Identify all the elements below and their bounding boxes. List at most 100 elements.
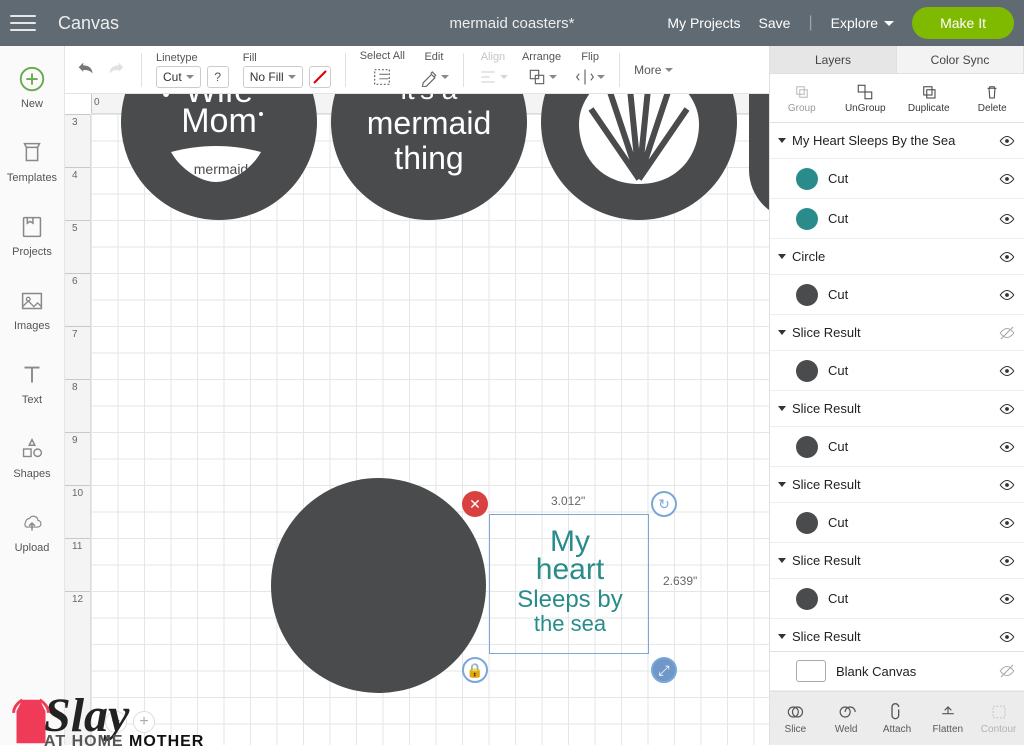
slice-button[interactable]: Slice	[770, 692, 821, 745]
caret-down-icon	[778, 558, 786, 563]
svg-text:thing: thing	[394, 140, 463, 176]
explore-button[interactable]: Explore	[831, 15, 894, 31]
layer-item[interactable]: Cut	[770, 579, 1024, 619]
visibility-icon[interactable]	[998, 286, 1016, 304]
layer-header[interactable]: Slice Result	[770, 315, 1024, 351]
caret-down-icon	[778, 634, 786, 639]
visibility-icon[interactable]	[998, 628, 1016, 646]
tab-layers[interactable]: Layers	[770, 46, 897, 73]
layer-item[interactable]: Cut	[770, 351, 1024, 391]
watermark: Slay AT HOME MOTHER	[4, 688, 204, 751]
coaster-wife-mom-mermaid[interactable]: WifeMommermaid	[121, 94, 317, 220]
save-link[interactable]: Save	[759, 15, 791, 31]
delete-handle-icon[interactable]: ✕	[462, 491, 488, 517]
layer-item[interactable]: Cut	[770, 427, 1024, 467]
arrange-button[interactable]: Arrange	[522, 53, 561, 87]
layer-item[interactable]: Cut	[770, 159, 1024, 199]
weld-button[interactable]: Weld	[821, 692, 872, 745]
chevron-down-icon	[288, 75, 296, 79]
layer-swatch	[796, 284, 818, 306]
visibility-icon[interactable]	[998, 132, 1016, 150]
svg-text:the sea: the sea	[534, 611, 607, 636]
canvas-area[interactable]: 0123456789101112 3456789101112 WifeMomme…	[65, 94, 769, 745]
fill-group: Fill No Fill	[243, 52, 331, 88]
visibility-icon[interactable]	[998, 514, 1016, 532]
edit-button[interactable]: Edit	[419, 53, 449, 87]
coaster-shell[interactable]	[541, 94, 737, 220]
layer-header[interactable]: Slice Result	[770, 543, 1024, 579]
visibility-icon[interactable]	[998, 400, 1016, 418]
more-button[interactable]: More	[634, 63, 673, 77]
lock-handle-icon[interactable]: 🔒	[462, 657, 488, 683]
shapes-button[interactable]: Shapes	[13, 434, 50, 480]
delete-button[interactable]: Delete	[961, 74, 1024, 122]
projects-button[interactable]: Projects	[12, 212, 52, 258]
linetype-help[interactable]: ?	[207, 66, 229, 88]
document-title[interactable]: mermaid coasters*	[449, 15, 574, 32]
resize-handle-icon[interactable]: ⤢	[651, 657, 677, 683]
layer-header[interactable]: Circle	[770, 239, 1024, 275]
svg-text:mermaid: mermaid	[367, 105, 491, 141]
layer-swatch	[796, 168, 818, 190]
layer-item[interactable]: Cut	[770, 199, 1024, 239]
shapes-label: Shapes	[13, 468, 50, 480]
canvas-grid[interactable]: WifeMommermaid it's amermaidthing Myhear…	[91, 114, 769, 745]
layer-header[interactable]: My Heart Sleeps By the Sea	[770, 123, 1024, 159]
layer-header[interactable]: Slice Result	[770, 467, 1024, 503]
blank-canvas-swatch[interactable]	[796, 660, 826, 682]
coaster-its-a-mermaid-thing[interactable]: it's amermaidthing	[331, 94, 527, 220]
fill-caption: Fill	[243, 52, 331, 64]
layer-item[interactable]: Cut	[770, 275, 1024, 315]
menu-icon[interactable]	[10, 9, 38, 37]
visibility-icon[interactable]	[998, 476, 1016, 494]
coaster-partial[interactable]	[749, 94, 769, 220]
layer-item[interactable]: Cut	[770, 503, 1024, 543]
visibility-hidden-icon[interactable]	[998, 662, 1016, 680]
visibility-icon[interactable]	[998, 590, 1016, 608]
attach-button[interactable]: Attach	[872, 692, 923, 745]
text-button[interactable]: Text	[17, 360, 47, 406]
visibility-icon[interactable]	[998, 324, 1016, 342]
my-projects-link[interactable]: My Projects	[667, 15, 740, 31]
layer-swatch	[796, 360, 818, 382]
new-button[interactable]: New	[17, 64, 47, 110]
caret-down-icon	[778, 330, 786, 335]
undo-icon[interactable]	[75, 59, 97, 81]
selection-height-label: 2.639"	[663, 574, 697, 588]
duplicate-button[interactable]: Duplicate	[897, 74, 961, 122]
fill-select[interactable]: No Fill	[243, 66, 303, 88]
redo-icon[interactable]	[105, 59, 127, 81]
topbar: Canvas mermaid coasters* My Projects Sav…	[0, 0, 1024, 46]
layer-header[interactable]: Slice Result	[770, 619, 1024, 651]
flip-button[interactable]: Flip	[575, 53, 605, 87]
right-panel: Layers Color Sync Group UnGroup Duplicat…	[769, 46, 1024, 745]
solid-circle-shape[interactable]	[271, 478, 486, 693]
visibility-icon[interactable]	[998, 552, 1016, 570]
fill-swatch[interactable]	[309, 66, 331, 88]
tab-color-sync[interactable]: Color Sync	[897, 46, 1024, 73]
align-button[interactable]: Align	[478, 53, 508, 87]
flatten-button[interactable]: Flatten	[922, 692, 973, 745]
linetype-group: Linetype Cut ?	[156, 52, 229, 88]
visibility-icon[interactable]	[998, 438, 1016, 456]
visibility-icon[interactable]	[998, 362, 1016, 380]
ungroup-button[interactable]: UnGroup	[834, 74, 898, 122]
templates-label: Templates	[7, 172, 57, 184]
upload-label: Upload	[15, 542, 50, 554]
images-button[interactable]: Images	[14, 286, 50, 332]
linetype-select[interactable]: Cut	[156, 66, 201, 88]
rotate-handle-icon[interactable]: ↻	[651, 491, 677, 517]
templates-button[interactable]: Templates	[7, 138, 57, 184]
visibility-icon[interactable]	[998, 170, 1016, 188]
upload-button[interactable]: Upload	[15, 508, 50, 554]
left-sidebar: New Templates Projects Images Text Shape…	[0, 46, 65, 745]
contour-button[interactable]: Contour	[973, 692, 1024, 745]
layer-header[interactable]: Slice Result	[770, 391, 1024, 427]
selection-box[interactable]: MyheartSleeps bythe sea	[489, 514, 649, 654]
selectall-button[interactable]: Select All	[360, 52, 405, 88]
visibility-icon[interactable]	[998, 210, 1016, 228]
make-it-button[interactable]: Make It	[912, 7, 1014, 39]
group-button[interactable]: Group	[770, 74, 834, 122]
svg-text:Sleeps by: Sleeps by	[517, 586, 622, 613]
visibility-icon[interactable]	[998, 248, 1016, 266]
